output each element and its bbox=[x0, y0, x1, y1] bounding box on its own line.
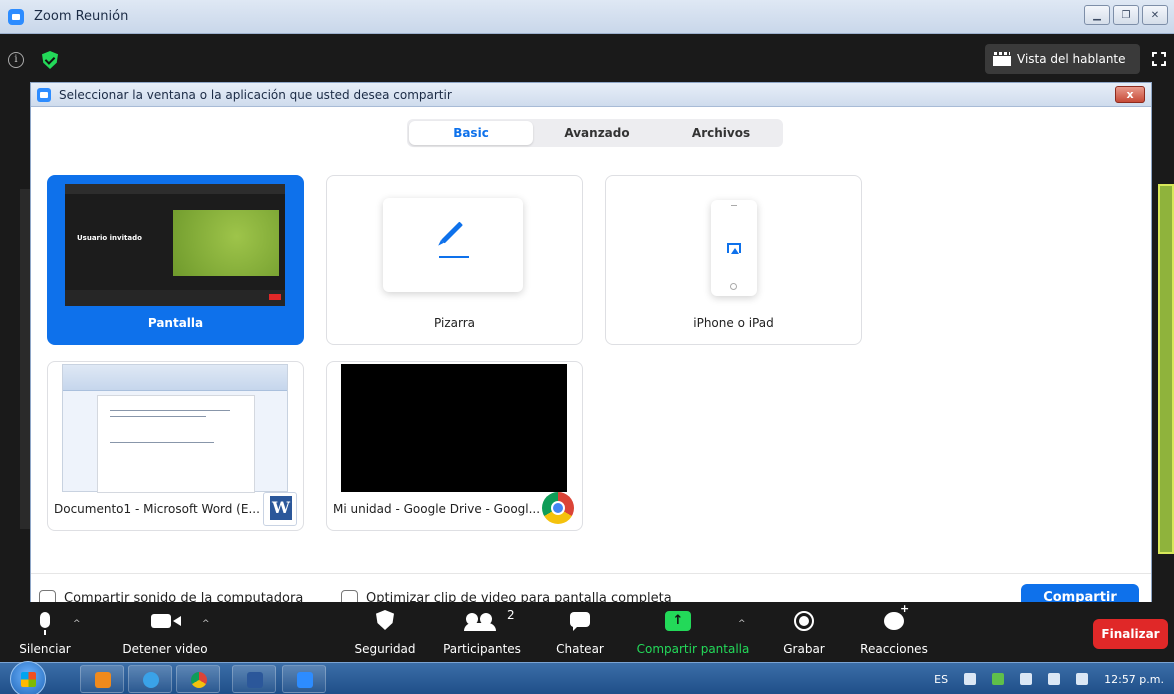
airplay-icon bbox=[727, 243, 741, 254]
zoom-app-icon bbox=[37, 88, 51, 102]
language-indicator[interactable]: ES bbox=[934, 673, 948, 686]
taskbar-chrome[interactable] bbox=[176, 665, 220, 693]
start-button[interactable] bbox=[10, 661, 46, 694]
zoom-app-icon bbox=[8, 9, 24, 25]
show-hidden-icons-icon[interactable] bbox=[964, 673, 977, 685]
dialog-close-button[interactable]: x bbox=[1115, 86, 1145, 103]
tab-files[interactable]: Archivos bbox=[659, 119, 783, 147]
zoom-app-icon bbox=[297, 672, 313, 688]
restore-button[interactable]: ❐ bbox=[1113, 5, 1139, 25]
share-screen-button[interactable]: ^ Compartir pantalla bbox=[628, 602, 758, 662]
network-icon[interactable] bbox=[1048, 673, 1061, 685]
share-tabs: Basic Avanzado Archivos bbox=[407, 119, 783, 147]
security-tray-icon[interactable] bbox=[992, 673, 1005, 685]
signal-icon[interactable] bbox=[1076, 673, 1089, 685]
security-shield-icon bbox=[376, 610, 394, 630]
speaker-view-icon bbox=[993, 52, 1011, 66]
whiteboard-preview bbox=[383, 198, 523, 292]
pencil-icon bbox=[441, 221, 463, 244]
participants-button[interactable]: 2 Participantes bbox=[436, 602, 528, 662]
phone-preview bbox=[711, 200, 757, 296]
share-card-word[interactable]: Documento1 - Microsoft Word (E... bbox=[47, 361, 304, 531]
taskbar-word[interactable] bbox=[232, 665, 276, 693]
video-strip-right bbox=[1158, 184, 1174, 554]
record-icon bbox=[794, 611, 814, 631]
media-player-icon bbox=[95, 672, 111, 688]
tab-advanced[interactable]: Avanzado bbox=[535, 119, 659, 147]
participants-icon bbox=[464, 613, 496, 631]
drive-window-label: Mi unidad - Google Drive - Googl... bbox=[333, 502, 541, 516]
thumbnail-guest-label: Usuario invitado bbox=[77, 234, 142, 242]
window-title: Zoom Reunión bbox=[34, 9, 129, 24]
share-options-caret[interactable]: ^ bbox=[738, 619, 746, 629]
speaker-view-label: Vista del hablante bbox=[1017, 52, 1126, 66]
window-controls: ▁ ❐ ✕ bbox=[1084, 5, 1168, 25]
meeting-top-left: i bbox=[8, 51, 58, 69]
stop-video-button[interactable]: ^ Detener video bbox=[110, 602, 220, 662]
speaker-view-button[interactable]: Vista del hablante bbox=[985, 44, 1140, 74]
chrome-icon bbox=[542, 492, 574, 524]
encryption-shield-icon[interactable] bbox=[42, 51, 58, 69]
taskbar-zoom[interactable] bbox=[282, 665, 326, 693]
share-screen-icon bbox=[665, 611, 691, 631]
reactions-button[interactable]: Reacciones bbox=[848, 602, 940, 662]
record-button[interactable]: Grabar bbox=[772, 602, 836, 662]
taskbar-internet-explorer[interactable] bbox=[128, 665, 172, 693]
word-thumbnail bbox=[62, 364, 288, 493]
word-window-label: Documento1 - Microsoft Word (E... bbox=[54, 502, 260, 516]
screen-card-label: Pantalla bbox=[147, 316, 204, 330]
taskbar-media-player[interactable] bbox=[80, 665, 124, 693]
chat-button[interactable]: Chatear bbox=[544, 602, 616, 662]
meeting-toolbar: ^ Silenciar ^ Detener video Seguridad 2 … bbox=[0, 602, 1174, 662]
mute-button[interactable]: ^ Silenciar bbox=[0, 602, 90, 662]
share-card-iphone[interactable]: iPhone o iPad bbox=[605, 175, 862, 345]
video-options-caret[interactable]: ^ bbox=[202, 619, 210, 629]
internet-explorer-icon bbox=[143, 672, 159, 688]
close-window-button[interactable]: ✕ bbox=[1142, 5, 1168, 25]
screen-thumbnail: Usuario invitado bbox=[65, 184, 285, 306]
security-button[interactable]: Seguridad bbox=[345, 602, 425, 662]
fullscreen-icon[interactable] bbox=[1152, 52, 1166, 66]
share-dialog: Seleccionar la ventana o la aplicación q… bbox=[30, 82, 1152, 626]
clock[interactable]: 12:57 p.m. bbox=[1104, 673, 1164, 686]
dialog-title: Seleccionar la ventana o la aplicación q… bbox=[59, 88, 452, 102]
tab-basic[interactable]: Basic bbox=[409, 121, 533, 145]
end-meeting-button[interactable]: Finalizar bbox=[1093, 619, 1168, 649]
video-camera-icon bbox=[151, 614, 181, 628]
windows-taskbar: ES 12:57 p.m. bbox=[0, 661, 1174, 694]
drive-thumbnail bbox=[341, 364, 567, 492]
mute-options-caret[interactable]: ^ bbox=[73, 619, 81, 629]
share-card-whiteboard[interactable]: Pizarra bbox=[326, 175, 583, 345]
microphone-icon bbox=[40, 612, 50, 635]
share-card-drive[interactable]: Mi unidad - Google Drive - Googl... bbox=[326, 361, 583, 531]
word-icon bbox=[247, 672, 263, 688]
whiteboard-card-label: Pizarra bbox=[434, 316, 475, 330]
info-icon[interactable]: i bbox=[8, 52, 24, 68]
volume-icon[interactable] bbox=[1020, 673, 1033, 685]
chat-icon bbox=[570, 612, 590, 631]
minimize-button[interactable]: ▁ bbox=[1084, 5, 1110, 25]
iphone-card-label: iPhone o iPad bbox=[693, 316, 774, 330]
word-icon bbox=[263, 492, 297, 526]
system-tray: ES 12:57 p.m. bbox=[934, 663, 1174, 694]
chrome-icon bbox=[191, 672, 207, 688]
meeting-area: i Vista del hablante Seleccionar la vent… bbox=[0, 34, 1174, 626]
share-card-screen[interactable]: Usuario invitado Pantalla bbox=[47, 175, 304, 345]
reactions-icon bbox=[884, 602, 909, 630]
dialog-titlebar: Seleccionar la ventana o la aplicación q… bbox=[31, 83, 1151, 107]
window-titlebar: Zoom Reunión ▁ ❐ ✕ bbox=[0, 0, 1174, 34]
participants-count: 2 bbox=[507, 608, 515, 622]
